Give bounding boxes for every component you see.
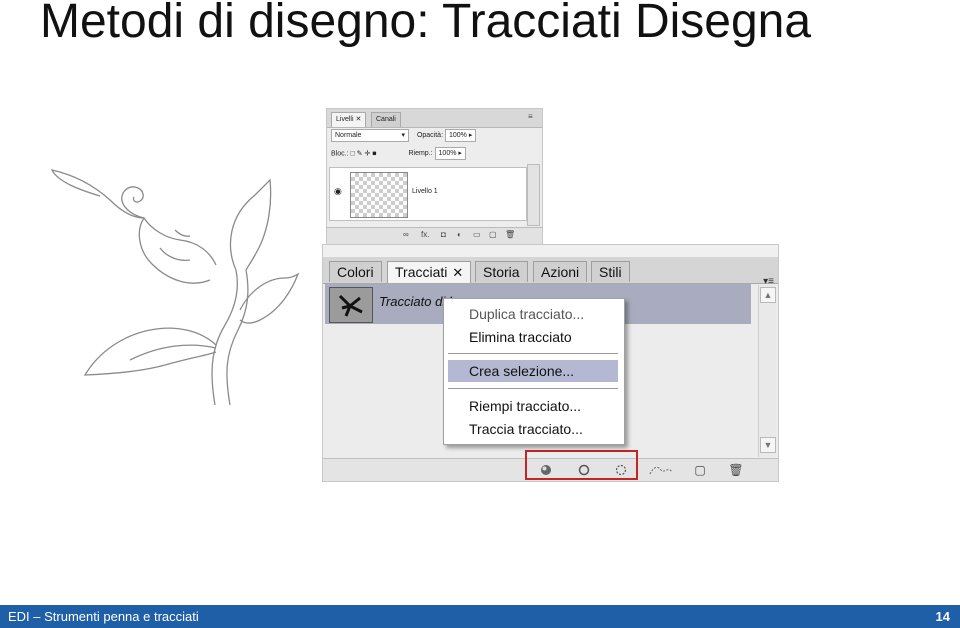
slide-title: Metodi di disegno: Tracciati Disegna bbox=[40, 0, 812, 48]
layer-row[interactable]: ◉ Livello 1 bbox=[329, 167, 527, 221]
chevron-down-icon: ▾ bbox=[401, 132, 405, 139]
tab-colori[interactable]: Colori bbox=[329, 261, 382, 282]
tab-azioni-label: Azioni bbox=[541, 264, 580, 280]
menu-item-duplica[interactable]: Duplica tracciato... bbox=[448, 303, 618, 325]
lock-label: Bloc.: bbox=[331, 150, 349, 158]
slide-footer: EDI – Strumenti penna e tracciati 14 bbox=[0, 605, 960, 628]
tab-tracciati-label: Tracciati bbox=[395, 264, 448, 280]
close-icon[interactable]: ✕ bbox=[355, 116, 361, 123]
layers-scrollbar[interactable] bbox=[527, 164, 540, 226]
layer-thumbnail bbox=[350, 172, 408, 218]
fill-value: 100% bbox=[438, 150, 457, 157]
tab-tracciati[interactable]: Tracciati ✕ bbox=[387, 261, 472, 283]
panel-menu-icon[interactable]: ≡ bbox=[528, 112, 538, 122]
eye-icon[interactable]: ◉ bbox=[334, 186, 342, 197]
menu-divider bbox=[448, 388, 618, 389]
opacity-field[interactable]: 100% ▸ bbox=[444, 129, 477, 142]
tab-livelli-label: Livelli bbox=[336, 116, 354, 123]
adjustment-icon[interactable]: ◐ bbox=[457, 230, 462, 239]
opacity-label: Opacità: bbox=[416, 132, 444, 140]
scroll-up-icon[interactable]: ▲ bbox=[760, 287, 776, 303]
path-thumbnail-icon bbox=[338, 294, 363, 317]
menu-item-riempi[interactable]: Riempi tracciato... bbox=[448, 395, 618, 417]
link-icon[interactable]: ∞ bbox=[403, 230, 409, 239]
new-layer-icon[interactable]: ▢ bbox=[489, 230, 497, 239]
menu-item-crea-selezione[interactable]: Crea selezione... bbox=[448, 360, 618, 382]
panel-header-strip bbox=[323, 245, 778, 257]
stroke-path-icon[interactable] bbox=[575, 461, 593, 479]
tab-canali-label: Canali bbox=[376, 116, 396, 123]
paths-scrollbar[interactable]: ▲ ▼ bbox=[758, 285, 776, 457]
load-selection-icon[interactable] bbox=[612, 461, 630, 479]
lock-row: Bloc.: □ ✎ ✛ ■ Riemp.: 100% ▸ bbox=[331, 147, 466, 161]
scroll-down-icon[interactable]: ▼ bbox=[760, 437, 776, 453]
tab-colori-label: Colori bbox=[337, 264, 374, 280]
layers-tabbar: Livelli ✕ Canali ≡ bbox=[327, 109, 542, 128]
layers-panel: Livelli ✕ Canali ≡ Normale ▾ Opacità: 100… bbox=[326, 108, 543, 245]
blend-mode-select[interactable]: Normale ▾ bbox=[331, 129, 409, 142]
trash-icon[interactable]: 🗑 bbox=[505, 230, 515, 239]
layer-name: Livello 1 bbox=[412, 188, 438, 195]
fx-icon[interactable]: fx. bbox=[421, 230, 429, 239]
fill-path-icon[interactable] bbox=[537, 461, 555, 479]
make-work-path-icon[interactable] bbox=[647, 461, 675, 479]
flower-outline-illustration bbox=[50, 169, 300, 406]
tab-storia-label: Storia bbox=[483, 264, 520, 280]
tab-canali[interactable]: Canali bbox=[371, 112, 401, 127]
close-icon[interactable]: ✕ bbox=[452, 265, 463, 280]
menu-item-elimina[interactable]: Elimina tracciato bbox=[448, 326, 618, 348]
mask-icon[interactable]: ◘ bbox=[441, 230, 446, 239]
paths-tabbar: Colori Tracciati ✕ Storia Azioni Stili ▾≡ bbox=[323, 257, 778, 287]
page-number: 14 bbox=[935, 609, 950, 624]
tab-livelli[interactable]: Livelli ✕ bbox=[331, 112, 367, 127]
footer-text: EDI – Strumenti penna e tracciati bbox=[8, 609, 199, 624]
lock-icons[interactable]: □ ✎ ✛ ■ bbox=[350, 150, 376, 157]
path-thumbnail bbox=[329, 287, 373, 323]
fill-label: Riemp.: bbox=[408, 150, 433, 158]
menu-item-traccia[interactable]: Traccia tracciato... bbox=[448, 418, 618, 440]
blend-mode-value: Normale bbox=[335, 132, 362, 139]
menu-divider bbox=[448, 353, 618, 354]
context-menu: Duplica tracciato... Elimina tracciato C… bbox=[443, 298, 625, 445]
path-name: Tracciato di l bbox=[379, 294, 452, 309]
layers-bottombar: ∞ fx. ◘ ◐ ▭ ▢ 🗑 bbox=[327, 227, 542, 244]
tab-azioni[interactable]: Azioni bbox=[533, 261, 588, 282]
trash-icon[interactable]: 🗑 bbox=[727, 461, 745, 479]
new-path-icon[interactable]: ▢ bbox=[691, 461, 709, 479]
fill-field[interactable]: 100% ▸ bbox=[434, 147, 466, 160]
tab-stili-label: Stili bbox=[599, 264, 622, 280]
tab-storia[interactable]: Storia bbox=[475, 261, 528, 282]
paths-bottombar: ▢ 🗑 bbox=[323, 450, 778, 481]
tab-stili[interactable]: Stili bbox=[591, 261, 630, 282]
group-icon[interactable]: ▭ bbox=[473, 230, 481, 239]
opacity-value: 100% bbox=[448, 132, 467, 139]
blend-row: Normale ▾ Opacità: 100% ▸ bbox=[331, 129, 477, 143]
